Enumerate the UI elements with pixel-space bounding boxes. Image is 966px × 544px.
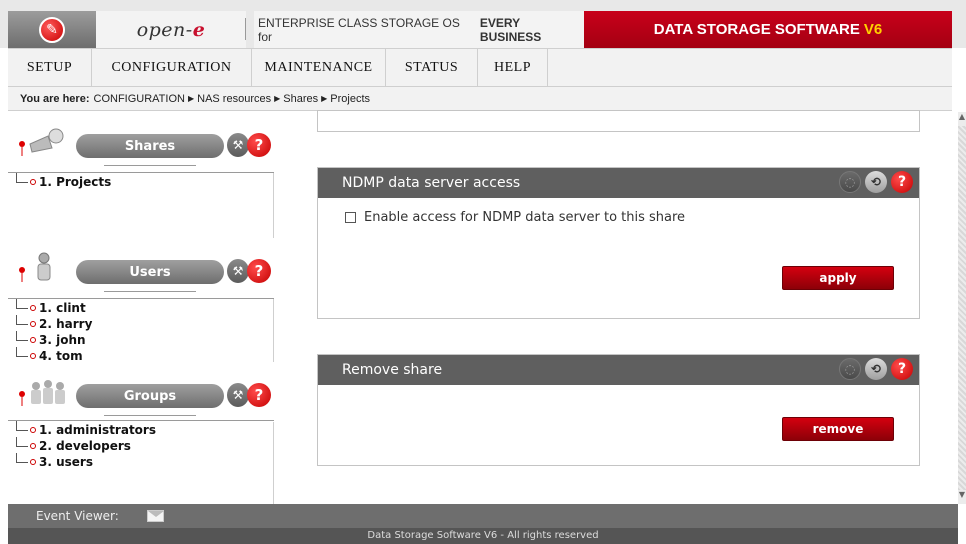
- ndmp-access-checkbox[interactable]: [345, 212, 356, 223]
- shares-header: Shares ⚒ ?: [8, 112, 274, 172]
- help-icon[interactable]: ?: [891, 358, 913, 380]
- groups-header: Groups ⚒ ?: [8, 362, 274, 422]
- scrollbar[interactable]: ▲ ▼: [958, 112, 966, 504]
- sidebar: Shares ⚒ ? 1. Projects Users ⚒ ? 1. clin…: [8, 112, 274, 504]
- divider: [104, 165, 196, 166]
- ndmp-panel-header: NDMP data server access ◌ ⟲ ?: [318, 168, 919, 198]
- user-icon: [19, 252, 51, 282]
- menu-configuration[interactable]: CONFIGURATION: [92, 49, 252, 87]
- users-title[interactable]: Users: [76, 260, 224, 292]
- remove-share-panel: Remove share ◌ ⟲ ? remove: [317, 354, 920, 466]
- brand-logo: open-e: [96, 11, 246, 48]
- help-icon[interactable]: ?: [247, 259, 271, 283]
- help-icon[interactable]: ?: [891, 171, 913, 193]
- list-item[interactable]: 2. developers: [8, 437, 274, 454]
- app-window: ✎ open-e ENTERPRISE CLASS STORAGE OS for…: [0, 0, 966, 544]
- event-viewer-label: Event Viewer:: [36, 509, 119, 523]
- mail-icon[interactable]: [146, 510, 164, 522]
- divider: [104, 291, 196, 292]
- remove-button[interactable]: remove: [782, 417, 894, 441]
- divider: [104, 415, 196, 416]
- panel-title: Remove share: [342, 362, 443, 378]
- users-header: Users ⚒ ?: [8, 238, 274, 298]
- crumb-configuration[interactable]: CONFIGURATION: [94, 93, 185, 105]
- menu-status[interactable]: STATUS: [386, 49, 478, 87]
- previous-panel: [317, 110, 920, 132]
- chevron-right-icon: ▶: [274, 94, 281, 103]
- shares-icon: [19, 128, 64, 156]
- main-menu: SETUP CONFIGURATION MAINTENANCE STATUS H…: [8, 48, 952, 87]
- help-icon[interactable]: ?: [247, 383, 271, 407]
- logo[interactable]: ✎: [8, 11, 96, 48]
- crumb-projects: Projects: [330, 92, 371, 105]
- crumb-shares[interactable]: Shares: [283, 93, 318, 105]
- refresh-icon[interactable]: ◌: [839, 171, 861, 193]
- apply-button[interactable]: apply: [782, 266, 894, 290]
- divider: [245, 18, 246, 40]
- logo-icon: ✎: [39, 16, 65, 43]
- main-content: NDMP data server access ◌ ⟲ ? Enable acc…: [275, 110, 958, 504]
- chevron-right-icon: ▶: [187, 94, 195, 103]
- list-item[interactable]: 1. clint: [8, 299, 274, 316]
- wrench-icon[interactable]: ⚒: [227, 133, 249, 157]
- groups-title[interactable]: Groups: [76, 384, 224, 416]
- breadcrumb: You are here: CONFIGURATION ▶ NAS resour…: [8, 87, 952, 111]
- crumb-nas-resources[interactable]: NAS resources: [197, 93, 271, 105]
- ndmp-checkbox-row: Enable access for NDMP data server to th…: [345, 210, 685, 225]
- groups-list: 1. administrators 2. developers 3. users: [8, 420, 274, 504]
- product-title: DATA STORAGE SOFTWARE V6: [584, 11, 952, 48]
- copyright: Data Storage Software V6 - All rights re…: [8, 528, 958, 544]
- menu-help[interactable]: HELP: [478, 49, 548, 87]
- list-item[interactable]: 3. john: [8, 331, 274, 348]
- wrench-icon[interactable]: ⚒: [227, 383, 249, 407]
- chevron-right-icon: ▶: [321, 94, 328, 103]
- list-item[interactable]: 1. administrators: [8, 421, 274, 438]
- refresh-icon[interactable]: ◌: [839, 358, 861, 380]
- wrench-icon[interactable]: ⚒: [227, 259, 249, 283]
- tagline: ENTERPRISE CLASS STORAGE OS for EVERY BU…: [254, 11, 584, 48]
- reload-icon[interactable]: ⟲: [865, 358, 887, 380]
- remove-share-panel-header: Remove share ◌ ⟲ ?: [318, 355, 919, 385]
- scroll-up-icon[interactable]: ▲: [958, 112, 966, 126]
- menu-maintenance[interactable]: MAINTENANCE: [252, 49, 386, 87]
- list-item[interactable]: 2. harry: [8, 315, 274, 332]
- event-viewer-bar: Event Viewer:: [8, 504, 958, 528]
- checkbox-label: Enable access for NDMP data server to th…: [364, 210, 686, 225]
- list-item[interactable]: 3. users: [8, 453, 274, 470]
- menu-setup[interactable]: SETUP: [8, 49, 92, 87]
- ndmp-panel: NDMP data server access ◌ ⟲ ? Enable acc…: [317, 167, 920, 319]
- scroll-down-icon[interactable]: ▼: [958, 490, 966, 504]
- help-icon[interactable]: ?: [247, 133, 271, 157]
- panel-title: NDMP data server access: [342, 175, 521, 191]
- list-item[interactable]: 1. Projects: [8, 173, 274, 190]
- header: ✎ open-e ENTERPRISE CLASS STORAGE OS for…: [0, 0, 966, 48]
- shares-title[interactable]: Shares: [76, 134, 224, 166]
- reload-icon[interactable]: ⟲: [865, 171, 887, 193]
- group-icon: [19, 380, 65, 406]
